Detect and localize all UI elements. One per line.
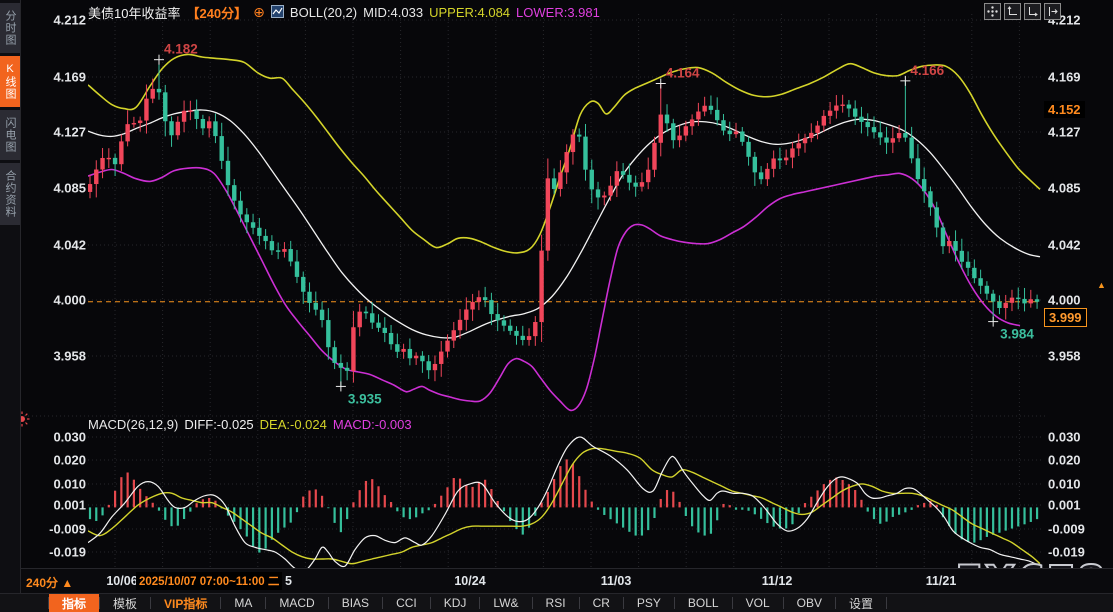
toolbar-button-KDJ[interactable]: KDJ [431,594,480,612]
toolbar-button-BIAS[interactable]: BIAS [329,594,382,612]
y-axis-label-left: 0.010 [53,477,86,492]
extreme-marker-cross [154,55,164,65]
y-axis-label-right: 0.010 [1048,477,1081,492]
y-axis-label-left: 3.958 [53,349,86,364]
time-axis: 240分 ▲ 10/06 2025/10/07 07:00~11:00 二 5 … [0,568,1113,594]
extreme-price-annotation: 4.166 [910,63,944,78]
boll-mid-value: MID:4.033 [363,5,423,20]
toolbar-button-MA[interactable]: MA [221,594,265,612]
y-axis-label-left: 4.042 [53,238,86,253]
y-axis-label-right: 0.001 [1048,498,1081,513]
boll-upper-value: UPPER:4.084 [429,5,510,20]
y-axis-scale-icon[interactable] [1004,3,1021,20]
date-tooltip: 2025/10/07 07:00~11:00 二 [136,572,282,590]
chart-canvas[interactable]: 4.182 4.164 4.166 3.935 3.984 [0,0,1113,612]
chart-type-sidebar: 分时图 K线图闪电图合约资料 [0,0,21,593]
macd-macd-value: MACD:-0.003 [333,417,412,432]
pan-icon[interactable] [984,3,1001,20]
x-axis-label: 11/03 [601,574,632,588]
y-axis-label-right: 4.000 [1048,293,1081,308]
macd-label: MACD(26,12,9) [88,417,178,432]
toolbar-separator [886,597,887,609]
macd-dea-value: DEA:-0.024 [260,417,327,432]
boll-lower-value: LOWER:3.981 [516,5,600,20]
interval-tag: 【240分】 [186,3,247,22]
trading-app-window: 4.1824.1644.1663.9353.984 分时图K线图闪电图合约资料 … [0,0,1113,612]
indicator-toolbar: 指标模板VIP指标MAMACDBIASCCIKDJLW&RSICRPSYBOLL… [0,593,1113,612]
toolbar-button-模板[interactable]: 模板 [100,594,150,612]
y-axis-label-right: 0.020 [1048,453,1081,468]
y-axis-label-right: 0.030 [1048,430,1081,445]
extreme-price-annotation: 4.182 [164,42,198,57]
y-axis-label-right: 4.085 [1048,181,1081,196]
y-axis-label-left: 4.000 [53,293,86,308]
add-indicator-icon[interactable]: ⊕ [253,4,265,21]
price-up-arrow-icon: ▲ [1097,281,1106,289]
sidebar-tab-1[interactable]: 分时图 [0,3,20,53]
toolbar-button-VOL[interactable]: VOL [733,594,783,612]
toolbar-button-设置[interactable]: 设置 [836,594,886,612]
toolbar-button-PSY[interactable]: PSY [624,594,674,612]
extreme-price-annotation: 4.164 [666,65,700,80]
y-axis-label-left: 0.030 [53,430,86,445]
toolbar-button-CR[interactable]: CR [580,594,623,612]
y-axis-label-right: 3.958 [1048,349,1081,364]
toolbar-button-指标[interactable]: 指标 [49,594,99,612]
interval-label[interactable]: 240分 ▲ [26,574,73,591]
sidebar-tab-3[interactable]: 闪电图 [0,110,20,160]
instrument-title: 美债10年收益率 [88,3,180,22]
y-axis-label-right: -0.009 [1048,522,1085,537]
extreme-marker-cross [336,381,346,391]
y-axis-label-right: 4.042 [1048,238,1081,253]
extreme-marker-cross [988,317,998,327]
y-axis-label-left: 4.212 [53,13,86,28]
y-axis-label-left: 4.169 [53,70,86,85]
shift-right-icon[interactable] [1044,3,1061,20]
extreme-marker-cross [656,78,666,88]
y-axis-label-right: 4.127 [1048,125,1081,140]
current-price-badge: 3.999 [1044,308,1087,327]
extreme-price-annotation: 3.984 [1000,327,1034,342]
settlement-price-badge: 4.152 [1044,101,1085,118]
sidebar-tab-4[interactable]: 合约资料 [0,163,20,225]
x-axis-label: 11/21 [926,574,957,588]
toolbar-button-RSI[interactable]: RSI [533,594,579,612]
y-axis-label-left: -0.009 [49,522,86,537]
macd-diff-value: DIFF:-0.025 [184,417,253,432]
chart-tools [984,3,1061,20]
x-axis-label: 10/24 [454,574,485,588]
chart-header: 美债10年收益率 【240分】 ⊕ BOLL(20,2) MID:4.033 U… [88,3,600,22]
y-axis-label-left: 4.127 [53,125,86,140]
x-axis-label: 11/12 [762,574,793,588]
toolbar-button-MACD[interactable]: MACD [266,594,327,612]
toolbar-button-CCI[interactable]: CCI [383,594,430,612]
x-axis-label-fragment: 5 [285,574,292,588]
y-axis-label-left: -0.019 [49,545,86,560]
toolbar-button-BOLL[interactable]: BOLL [675,594,732,612]
macd-header: MACD(26,12,9) DIFF:-0.025 DEA:-0.024 MAC… [88,417,412,432]
y-axis-label-left: 0.020 [53,453,86,468]
sidebar-tab-2[interactable]: K线图 [0,56,20,107]
y-axis-label-left: 4.085 [53,181,86,196]
mini-chart-icon [271,5,284,21]
boll-label: BOLL(20,2) [290,5,357,20]
toolbar-button-OBV[interactable]: OBV [784,594,835,612]
x-axis-label: 10/06 [106,574,137,588]
extreme-price-annotation: 3.935 [348,391,382,406]
y-axis-label-right: 4.169 [1048,70,1081,85]
x-axis-scale-icon[interactable] [1024,3,1041,20]
toolbar-button-LW&[interactable]: LW& [480,594,531,612]
toolbar-button-VIP指标[interactable]: VIP指标 [151,594,220,612]
y-axis-label-left: 0.001 [53,498,86,513]
